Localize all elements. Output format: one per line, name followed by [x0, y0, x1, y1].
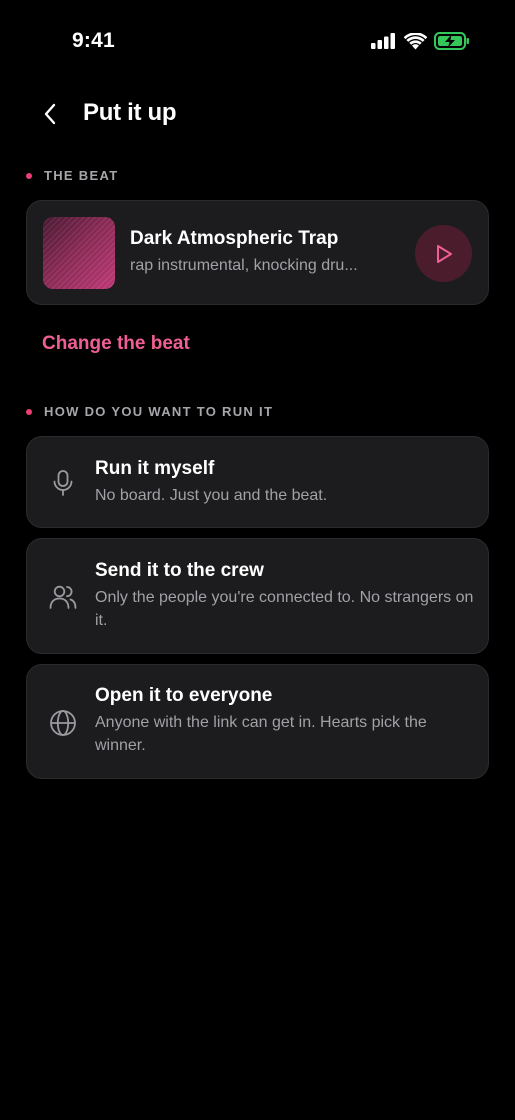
beat-title: Dark Atmospheric Trap [130, 228, 339, 249]
section-label-the-beat: THE BEAT [26, 168, 118, 183]
chevron-left-icon [44, 103, 56, 125]
microphone-icon [49, 469, 77, 497]
wifi-icon [404, 32, 427, 49]
section-label-text: THE BEAT [44, 168, 119, 183]
option-description: Anyone with the link can get in. Hearts … [95, 714, 427, 754]
option-send-to-crew[interactable]: Send it to the crew Only the people you'… [26, 538, 489, 654]
status-bar: 9:41 [0, 0, 515, 84]
section-label-text: HOW DO YOU WANT TO RUN IT [44, 404, 274, 419]
play-icon [436, 244, 452, 263]
battery-charging-icon [434, 32, 469, 50]
status-icons [371, 32, 470, 50]
option-open-to-everyone[interactable]: Open it to everyone Anyone with the link… [26, 664, 489, 779]
section-dot [26, 172, 32, 179]
section-label-run-it: HOW DO YOU WANT TO RUN IT [26, 404, 273, 419]
back-button[interactable] [36, 100, 64, 128]
nav-bar: Put it up [0, 92, 515, 136]
beat-card[interactable]: Dark Atmospheric Trap rap instrumental, … [26, 200, 489, 305]
option-description: No board. Just you and the beat. [95, 487, 328, 504]
beat-subtitle: rap instrumental, knocking dru... [130, 257, 358, 274]
play-button[interactable] [415, 225, 472, 282]
globe-icon [49, 709, 77, 737]
status-time: 9:41 [72, 29, 115, 52]
option-title: Open it to everyone [95, 685, 273, 706]
section-dot [26, 408, 32, 415]
change-beat-link[interactable]: Change the beat [42, 333, 190, 355]
option-run-myself[interactable]: Run it myself No board. Just you and the… [26, 436, 489, 528]
option-title: Run it myself [95, 458, 215, 479]
option-description: Only the people you're connected to. No … [95, 589, 474, 629]
cellular-signal-icon [371, 33, 395, 49]
option-title: Send it to the crew [95, 560, 264, 581]
users-icon [49, 583, 77, 611]
beat-artwork [43, 217, 115, 289]
page-title: Put it up [83, 99, 177, 126]
